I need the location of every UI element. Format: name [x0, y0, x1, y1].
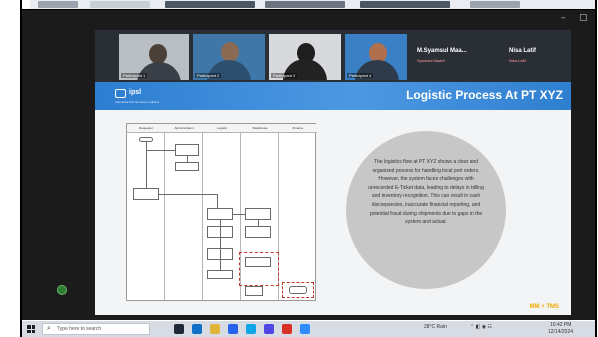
status-indicator[interactable] — [57, 285, 67, 295]
participant-subname: Syamsul Maarif — [417, 58, 445, 63]
flow-process-box — [245, 286, 263, 296]
footer-tag: MM + TMS — [529, 304, 560, 310]
participant-subname: Nisa Latif — [509, 58, 526, 63]
logo-text: ipsl — [129, 89, 142, 96]
minimize-button[interactable]: – — [561, 13, 566, 23]
flow-end-node — [289, 286, 307, 294]
windows-start-icon[interactable] — [27, 325, 35, 333]
flow-process-box — [175, 144, 199, 156]
clock-time[interactable]: 10:42 PM — [550, 322, 571, 328]
lane-header: Requester — [127, 124, 165, 133]
flow-connector — [159, 194, 217, 195]
slide-title-bar: ipsl Indonesia Port Services Logistics L… — [95, 82, 571, 110]
slide-title: Logistic Process At PT XYZ — [406, 88, 563, 102]
participant-name: Participant 4 — [347, 73, 374, 78]
taskbar-search-box[interactable]: ⌕ Type here to search — [42, 323, 150, 335]
flow-process-box — [245, 226, 271, 238]
participant-tile[interactable]: Participant 1 — [119, 34, 189, 80]
shared-slide: Participant 1 Participant 2 Participant … — [95, 30, 571, 315]
participant-tile[interactable]: Participant 4 — [345, 34, 407, 80]
logo-subtext: Indonesia Port Services Logistics — [115, 100, 160, 104]
search-icon: ⌕ — [47, 325, 51, 332]
participant-display-name: M.Syamsul Maa... — [417, 48, 467, 54]
flow-connector — [220, 220, 221, 270]
flow-connector — [187, 156, 188, 162]
lane-header: Warehouse — [241, 124, 279, 133]
flow-connector — [146, 150, 176, 151]
flow-connector — [217, 194, 218, 208]
file-explorer-icon[interactable] — [210, 324, 220, 334]
teams-icon[interactable] — [264, 324, 274, 334]
flow-connector — [258, 220, 259, 226]
mail-icon[interactable] — [246, 324, 256, 334]
lane-header: Finance — [279, 124, 317, 133]
participant-tile[interactable]: Participant 3 — [269, 34, 341, 80]
flow-process-box — [207, 208, 233, 220]
participant-name-tile[interactable]: M.Syamsul Maa... Syamsul Maarif — [411, 34, 501, 80]
description-circle: The logistics flow at PT XYZ shows a cle… — [346, 131, 506, 289]
participant-name: Participant 1 — [121, 73, 148, 78]
lane-header: Logistic — [203, 124, 241, 133]
restore-button[interactable]: ▢ — [579, 13, 588, 23]
store-icon[interactable] — [228, 324, 238, 334]
description-text: The logistics flow at PT XYZ shows a cle… — [368, 159, 484, 226]
flow-process-box — [133, 188, 159, 200]
meeting-window: – ▢ Participant 1 Participant 2 Particip… — [22, 10, 595, 320]
frame-right-border — [595, 0, 597, 337]
flow-process-box — [175, 162, 199, 171]
tray-icons[interactable]: ⌃ ◧ ◉ ☷ — [470, 324, 492, 330]
zoom-icon[interactable] — [300, 324, 310, 334]
cropped-top-strip — [30, 0, 595, 9]
lane-header: Administration — [165, 124, 203, 133]
flow-process-box — [245, 208, 271, 220]
participant-name: Participant 2 — [195, 73, 222, 78]
company-logo: ipsl Indonesia Port Services Logistics — [115, 88, 159, 104]
flow-process-box — [207, 270, 233, 279]
taskbar: ⌕ Type here to search 28°C Rain ⌃ ◧ ◉ ☷ … — [22, 321, 595, 337]
flow-connector — [233, 214, 245, 215]
logo-mark-icon — [115, 89, 126, 98]
flow-connector — [146, 142, 147, 188]
swimlane: Finance — [279, 124, 317, 300]
participant-display-name: Nisa Latif — [509, 48, 537, 54]
search-placeholder: Type here to search — [57, 326, 102, 332]
chrome-icon[interactable] — [282, 324, 292, 334]
edge-browser-icon[interactable] — [192, 324, 202, 334]
participant-name: Participant 3 — [271, 73, 298, 78]
flow-process-box — [245, 257, 271, 267]
participant-name-tile[interactable]: Nisa Latif Nisa Latif — [503, 34, 569, 80]
flowchart: Requester Administration Logistic Wareho… — [126, 123, 317, 301]
weather-widget[interactable]: 28°C Rain — [424, 324, 447, 330]
task-view-icon[interactable] — [174, 324, 184, 334]
participant-gallery: Participant 1 Participant 2 Participant … — [95, 30, 571, 82]
clock-date[interactable]: 12/14/2024 — [548, 329, 573, 335]
participant-tile[interactable]: Participant 2 — [193, 34, 265, 80]
